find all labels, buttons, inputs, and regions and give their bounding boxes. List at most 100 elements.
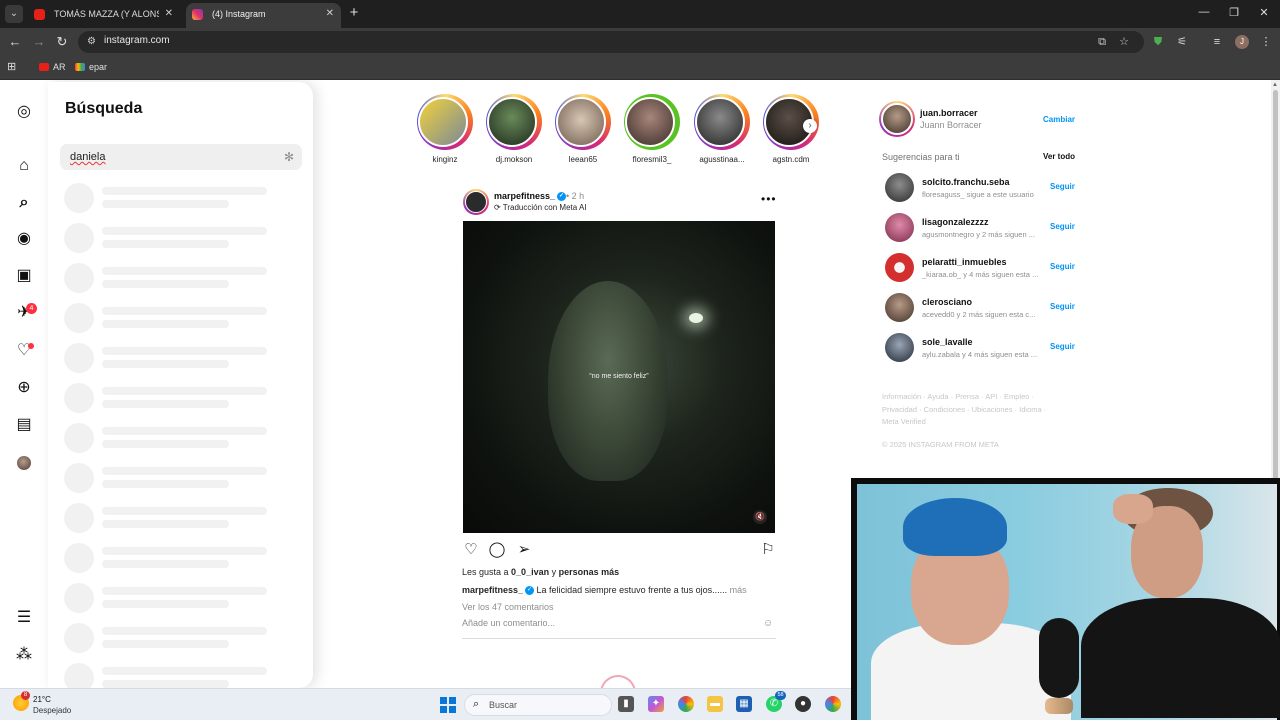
- comment-input[interactable]: Añade un comentario...: [462, 618, 555, 628]
- taskbar-search-input[interactable]: ⌕ Buscar: [464, 694, 1073, 716]
- story-username: kinginz: [432, 155, 458, 164]
- suggestion-username[interactable]: solcito.franchu.seba: [922, 177, 1010, 187]
- avatar[interactable]: [885, 293, 914, 322]
- see-all-link[interactable]: Ver todo: [1043, 152, 1075, 161]
- suggestion-context: acevedd0 y 2 más siguen esta c...: [922, 310, 1036, 319]
- task-view-icon[interactable]: ▮: [618, 696, 634, 712]
- shield-extension-icon[interactable]: ⛊: [1150, 34, 1166, 50]
- back-arrow-icon[interactable]: ←: [7, 34, 23, 50]
- search-icon[interactable]: ⌕: [15, 194, 33, 212]
- verified-badge-icon: ✓: [525, 586, 535, 596]
- story-item[interactable]: agusstinaa...: [692, 94, 752, 169]
- menu-hamburger-icon[interactable]: ☰: [15, 609, 33, 627]
- store-icon[interactable]: ▦: [736, 696, 752, 712]
- youtube-icon: [39, 63, 49, 71]
- current-user-avatar[interactable]: [879, 101, 915, 137]
- browser-menu-icon[interactable]: ⋮: [1258, 34, 1274, 50]
- story-item[interactable]: leean65: [553, 94, 613, 169]
- suggestion-context: agusmontnegro y 2 más siguen ...: [922, 230, 1035, 239]
- footer-links[interactable]: Información · Ayuda · Prensa · API · Emp…: [882, 391, 1057, 429]
- extensions-puzzle-icon[interactable]: ⚟: [1174, 34, 1190, 50]
- avatar[interactable]: [885, 213, 914, 242]
- file-explorer-icon[interactable]: ▬: [707, 696, 723, 712]
- site-info-icon[interactable]: ⚙: [87, 36, 99, 48]
- copilot-icon[interactable]: ✦: [648, 696, 664, 712]
- avatar[interactable]: [885, 253, 914, 282]
- save-bookmark-icon[interactable]: ⚐: [759, 541, 777, 559]
- create-plus-icon[interactable]: ⊕: [15, 379, 33, 397]
- windows-start-icon[interactable]: [440, 697, 456, 713]
- suggestion-username[interactable]: sole_lavalle: [922, 337, 973, 347]
- profile-avatar[interactable]: J: [1235, 35, 1249, 49]
- view-comments-link[interactable]: Ver los 47 comentarios: [462, 602, 554, 612]
- emoji-icon[interactable]: ☺: [763, 618, 773, 629]
- share-paper-plane-icon[interactable]: ➢: [515, 541, 533, 559]
- explore-compass-icon[interactable]: ◉: [15, 230, 33, 248]
- tab-instagram[interactable]: (4) Instagram ✕: [186, 3, 341, 28]
- suggestion-username[interactable]: lisagonzalezzzz: [922, 217, 989, 227]
- post-video[interactable]: “no me siento feliz” 🔇: [463, 221, 775, 533]
- suggestion-item: sole_lavalle aylu.zabala y 4 más siguen …: [885, 333, 1080, 363]
- forward-arrow-icon[interactable]: →: [31, 34, 47, 50]
- caption-more-link[interactable]: más: [730, 585, 747, 595]
- bookmark-epar[interactable]: epar: [75, 62, 107, 72]
- tab-search-button[interactable]: ⌄: [5, 5, 23, 23]
- apps-grid-icon[interactable]: ⊞: [7, 61, 19, 73]
- skeleton-result: [64, 623, 274, 657]
- close-icon[interactable]: ✕: [165, 3, 173, 25]
- search-icon: ⌕: [473, 698, 480, 710]
- weather-description[interactable]: Despejado: [33, 706, 71, 715]
- minimize-button[interactable]: —: [1194, 6, 1214, 18]
- weather-temperature[interactable]: 21°C: [33, 695, 51, 704]
- muted-speaker-icon[interactable]: 🔇: [753, 510, 767, 524]
- new-tab-button[interactable]: +: [346, 5, 362, 21]
- comment-bubble-icon[interactable]: ◯: [488, 541, 506, 559]
- post-author-username[interactable]: marpefitness_ ✓: [494, 191, 567, 202]
- like-heart-icon[interactable]: ♡: [462, 541, 480, 559]
- story-item[interactable]: dj.mokson: [484, 94, 544, 169]
- dashboard-icon[interactable]: ▤: [15, 416, 33, 434]
- reload-icon[interactable]: ↻: [54, 34, 70, 50]
- bookmark-ar[interactable]: AR: [39, 62, 66, 72]
- close-icon[interactable]: ✕: [326, 3, 334, 25]
- likes-summary[interactable]: Les gusta a 0_0_ivan y personas más: [462, 567, 619, 577]
- profile-avatar[interactable]: [17, 456, 31, 470]
- follow-button[interactable]: Seguir: [1050, 182, 1075, 191]
- tab-youtube[interactable]: TOMÁS MAZZA (Y ALONSO) Y ✕: [28, 3, 180, 28]
- home-icon[interactable]: ⌂: [15, 157, 33, 175]
- instagram-logo-icon[interactable]: ◎: [15, 103, 33, 121]
- suggestion-username[interactable]: pelaratti_inmuebles: [922, 257, 1007, 267]
- restore-button[interactable]: ❐: [1224, 6, 1244, 19]
- close-window-button[interactable]: ✕: [1254, 6, 1274, 19]
- scroll-up-arrow-icon[interactable]: ▲: [1272, 82, 1278, 88]
- avatar[interactable]: [885, 173, 914, 202]
- avatar[interactable]: [885, 333, 914, 362]
- follow-button[interactable]: Seguir: [1050, 342, 1075, 351]
- chrome-profile-icon[interactable]: [825, 696, 841, 712]
- media-controls-icon[interactable]: ≡: [1209, 34, 1225, 50]
- app-icon[interactable]: ●: [795, 696, 811, 712]
- suggestion-username[interactable]: clerosciano: [922, 297, 972, 307]
- chrome-icon[interactable]: [678, 696, 694, 712]
- install-app-icon[interactable]: ⧉: [1095, 35, 1109, 49]
- follow-button[interactable]: Seguir: [1050, 302, 1075, 311]
- follow-button[interactable]: Seguir: [1050, 262, 1075, 271]
- caption-username[interactable]: marpefitness_: [462, 585, 523, 595]
- translation-label[interactable]: ⟳ Traducción con Meta AI: [494, 203, 587, 212]
- suggestion-context: _kiaraa.ob_ y 4 más siguen esta ...: [922, 270, 1039, 279]
- current-user-username[interactable]: juan.borracer: [920, 108, 978, 118]
- story-item[interactable]: floresmil3_: [622, 94, 682, 169]
- more-options-icon[interactable]: •••: [761, 192, 777, 206]
- follow-button[interactable]: Seguir: [1050, 222, 1075, 231]
- post-author-avatar[interactable]: [463, 189, 489, 215]
- bookmark-star-icon[interactable]: ☆: [1117, 35, 1131, 49]
- switch-account-link[interactable]: Cambiar: [1043, 115, 1075, 124]
- chevron-right-icon[interactable]: ›: [803, 119, 817, 133]
- threads-icon[interactable]: ⁂: [15, 646, 33, 664]
- story-item[interactable]: kinginz: [415, 94, 475, 169]
- url-field[interactable]: ⚙ instagram.com ⧉ ☆: [78, 31, 1144, 53]
- search-input[interactable]: daniela ✻: [60, 144, 302, 170]
- skeleton-result: [64, 383, 274, 417]
- reels-icon[interactable]: ▣: [15, 267, 33, 285]
- suggestion-context: floresaguss_ sigue a este usuario: [922, 190, 1034, 199]
